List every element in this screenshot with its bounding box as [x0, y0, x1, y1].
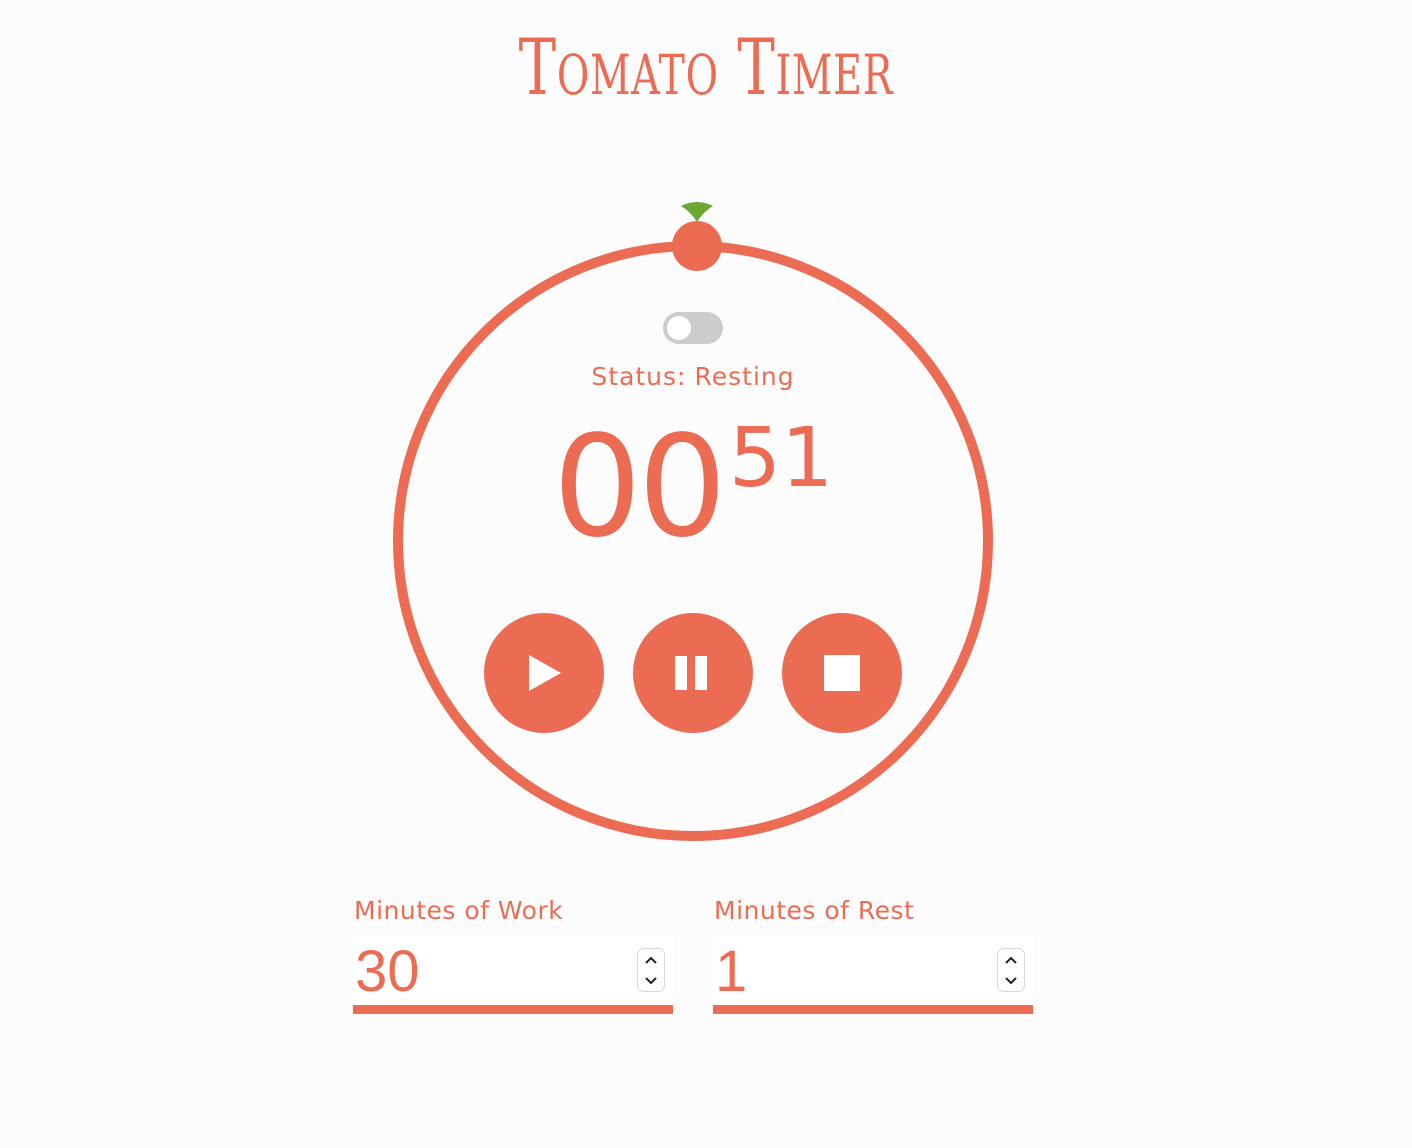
- work-decrement-button[interactable]: [638, 970, 664, 991]
- rest-minutes-value[interactable]: 1: [715, 940, 747, 1004]
- toggle-knob: [667, 316, 691, 340]
- tomato-progress-knob: [672, 221, 722, 271]
- rest-minutes-field[interactable]: 1: [713, 936, 1033, 1014]
- chevron-down-icon: [645, 976, 657, 984]
- work-increment-button[interactable]: [638, 949, 664, 970]
- time-display: 0051: [493, 418, 893, 558]
- status-text: Status: Resting: [493, 362, 893, 391]
- status-label: Status:: [591, 362, 687, 391]
- chevron-up-icon: [1005, 956, 1017, 964]
- work-minutes-stepper[interactable]: [637, 948, 665, 992]
- stop-icon: [824, 655, 860, 691]
- rest-minutes-stepper[interactable]: [997, 948, 1025, 992]
- rest-decrement-button[interactable]: [998, 970, 1024, 991]
- work-minutes-field[interactable]: 30: [353, 936, 673, 1014]
- rest-increment-button[interactable]: [998, 949, 1024, 970]
- work-minutes-value[interactable]: 30: [355, 940, 420, 1004]
- work-minutes-label: Minutes of Work: [354, 896, 564, 925]
- time-seconds: 51: [728, 411, 834, 506]
- rest-field-underline: [713, 1005, 1033, 1014]
- mode-toggle[interactable]: [663, 312, 723, 344]
- page: Tomato Timer Status: Resting 0051 Minutes…: [0, 0, 1412, 1148]
- chevron-down-icon: [1005, 976, 1017, 984]
- rest-minutes-label: Minutes of Rest: [714, 896, 915, 925]
- app-title: Tomato Timer: [518, 23, 894, 113]
- play-button[interactable]: [484, 613, 604, 733]
- play-icon: [529, 655, 561, 691]
- time-minutes: 00: [552, 406, 727, 569]
- stop-button[interactable]: [782, 613, 902, 733]
- chevron-up-icon: [645, 956, 657, 964]
- pause-icon: [675, 656, 707, 690]
- work-field-underline: [353, 1005, 673, 1014]
- status-value: Resting: [694, 362, 795, 391]
- pause-button[interactable]: [633, 613, 753, 733]
